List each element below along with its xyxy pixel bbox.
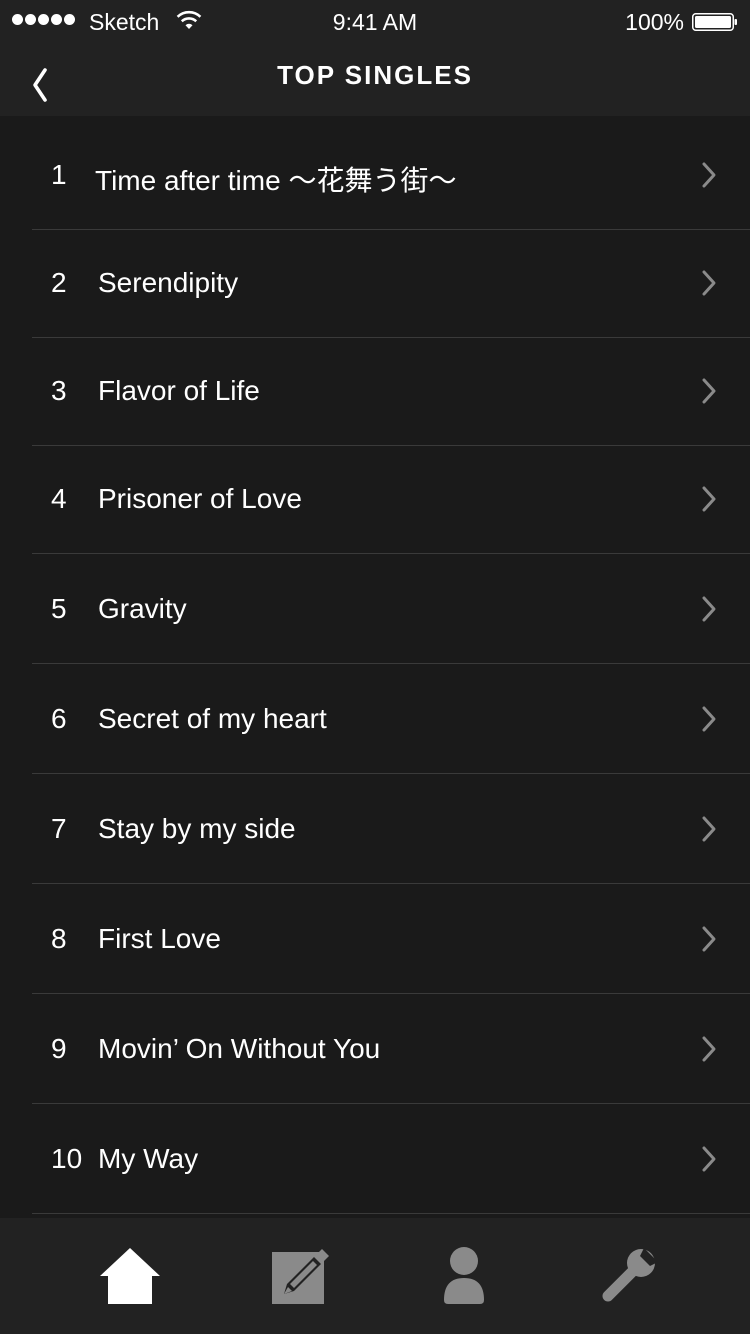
item-rank: 7 [51, 813, 67, 844]
item-rank: 4 [51, 483, 67, 514]
tab-profile[interactable] [397, 1218, 547, 1334]
wrench-icon [602, 1248, 658, 1302]
home-icon [100, 1248, 160, 1304]
list-item[interactable]: 2 Serendipity [0, 230, 750, 338]
list-item[interactable]: 8 First Love [0, 884, 750, 994]
list-item[interactable]: 1 Time after time 〜花舞う街〜 [0, 116, 750, 230]
item-rank: 6 [51, 703, 67, 734]
chevron-right-icon [702, 706, 716, 732]
navigation-bar: TOP SINGLES [0, 44, 750, 116]
chevron-right-icon [702, 270, 716, 296]
battery-icon [692, 13, 737, 31]
list-item[interactable]: 4 Prisoner of Love [0, 446, 750, 554]
item-title: Stay by my side [98, 813, 296, 844]
tab-home[interactable] [53, 1218, 203, 1334]
item-title: Secret of my heart [98, 703, 327, 734]
chevron-right-icon [702, 378, 716, 404]
item-title: Gravity [98, 593, 187, 624]
list-item[interactable]: 3 Flavor of Life [0, 338, 750, 446]
item-title: First Love [98, 923, 221, 954]
chevron-right-icon [702, 162, 716, 188]
item-rank: 9 [51, 1033, 67, 1064]
tab-edit[interactable] [225, 1218, 375, 1334]
singles-list: 1 Time after time 〜花舞う街〜 2 Serendipity 3 Flav… [0, 116, 750, 1214]
list-item[interactable]: 10 My Way [0, 1104, 750, 1214]
item-title: Prisoner of Love [98, 483, 302, 514]
list-item[interactable]: 7 Stay by my side [0, 774, 750, 884]
item-title: Movin’ On Without You [98, 1033, 381, 1064]
chevron-right-icon [702, 926, 716, 952]
item-rank: 1 [51, 159, 67, 190]
item-title: Serendipity [98, 267, 239, 298]
item-rank: 2 [51, 267, 67, 298]
list-item[interactable]: 5 Gravity [0, 554, 750, 664]
chevron-right-icon [702, 596, 716, 622]
item-rank: 10 [51, 1143, 83, 1174]
chevron-right-icon [702, 1036, 716, 1062]
chevron-right-icon [702, 816, 716, 842]
item-rank: 8 [51, 923, 67, 954]
user-icon [444, 1247, 484, 1304]
tab-bar [0, 1218, 750, 1334]
item-title: Time after time 〜花舞う街〜 [95, 165, 457, 196]
edit-icon [272, 1249, 329, 1304]
item-rank: 3 [51, 375, 67, 406]
list-item[interactable]: 6 Secret of my heart [0, 664, 750, 774]
page-title: TOP SINGLES [277, 60, 473, 90]
chevron-right-icon [702, 486, 716, 512]
item-title: My Way [98, 1143, 199, 1174]
battery-percentage: 100% [625, 9, 684, 35]
tab-settings[interactable] [555, 1218, 705, 1334]
item-rank: 5 [51, 593, 67, 624]
chevron-right-icon [702, 1146, 716, 1172]
top-bar: Sketch 9:41 AM 100% TOP SINGLES [0, 0, 750, 116]
list-item[interactable]: 9 Movin’ On Without You [0, 994, 750, 1104]
item-title: Flavor of Life [98, 375, 260, 406]
status-bar: Sketch 9:41 AM 100% [0, 0, 750, 44]
